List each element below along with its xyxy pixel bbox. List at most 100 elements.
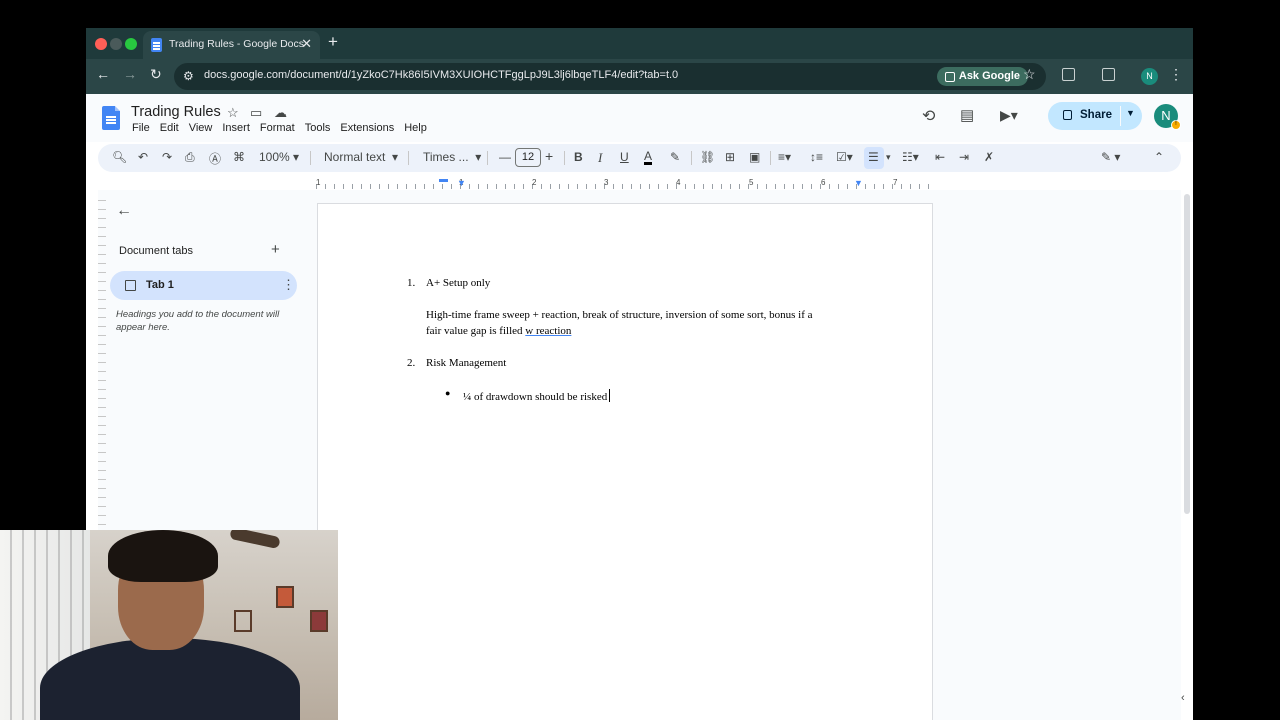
italic-icon[interactable]: I xyxy=(598,150,602,166)
cloud-status-icon[interactable]: ☁ xyxy=(274,105,287,121)
zoom-select[interactable]: 100% ▾ xyxy=(259,150,299,164)
tab-options-icon[interactable]: ⋮ xyxy=(282,277,295,293)
minimize-window-button[interactable] xyxy=(110,38,122,50)
vertical-scrollbar[interactable] xyxy=(1184,194,1190,514)
menu-view[interactable]: View xyxy=(189,122,213,134)
editing-mode-icon[interactable]: ✎ ▾ xyxy=(1101,150,1120,164)
menu-extensions[interactable]: Extensions xyxy=(340,122,394,134)
style-select[interactable]: Normal text ▾ xyxy=(324,150,398,164)
share-label: Share xyxy=(1080,109,1112,121)
menu-file[interactable]: File xyxy=(132,122,150,134)
paint-format-icon[interactable]: ⌘ xyxy=(233,150,245,164)
ask-google-button[interactable]: Ask Google xyxy=(936,67,1028,86)
star-icon[interactable]: ☆ xyxy=(227,105,239,121)
menu-tools[interactable]: Tools xyxy=(305,122,331,134)
text-cursor xyxy=(609,389,611,402)
browser-menu-icon[interactable]: ⋮ xyxy=(1169,66,1183,83)
ruler-label: 6 xyxy=(821,178,826,187)
horizontal-ruler[interactable]: 1 1 2 3 4 5 6 7 ▼ ▼ xyxy=(316,178,933,190)
decrease-font-size-icon[interactable]: — xyxy=(499,150,511,164)
font-value: Times ... xyxy=(423,150,469,164)
move-folder-icon[interactable]: ▭ xyxy=(250,105,262,121)
new-tab-icon[interactable]: + xyxy=(328,32,338,52)
tab-strip: Trading Rules - Google Docs ✕ + xyxy=(86,28,1193,59)
left-indent-marker[interactable]: ▼ xyxy=(457,178,466,188)
undo-icon[interactable]: ↶ xyxy=(138,150,148,164)
profile-avatar[interactable]: N xyxy=(1141,68,1158,85)
back-icon[interactable]: ← xyxy=(96,66,110,82)
comments-icon[interactable]: ▤ xyxy=(960,106,974,124)
increase-indent-icon[interactable]: ⇥ xyxy=(959,150,969,164)
forward-icon[interactable]: → xyxy=(123,66,137,82)
side-panel-toggle-icon[interactable]: ‹ xyxy=(1181,692,1185,704)
decrease-indent-icon[interactable]: ⇤ xyxy=(935,150,945,164)
add-tab-icon[interactable]: + xyxy=(271,241,280,258)
insert-link-icon[interactable]: ⛓ xyxy=(700,150,715,164)
highlight-icon[interactable]: ✎ xyxy=(670,150,680,164)
menu-insert[interactable]: Insert xyxy=(222,122,250,134)
extensions-icon[interactable] xyxy=(1062,68,1075,81)
bookmark-star-icon[interactable]: ☆ xyxy=(1023,66,1036,83)
insert-image-icon[interactable]: ▣ xyxy=(749,150,760,164)
bulleted-list-icon[interactable]: ☰ xyxy=(868,150,879,164)
hide-menus-icon[interactable]: ⌃ xyxy=(1154,150,1164,164)
font-select[interactable]: Times ... ▾ xyxy=(423,150,481,164)
search-menus-icon[interactable]: 🔍︎ xyxy=(112,150,127,164)
clear-formatting-icon[interactable]: ✗ xyxy=(984,150,994,164)
font-size-input[interactable]: 12 xyxy=(515,148,541,167)
toolbar-divider xyxy=(408,151,409,165)
ruler-label: 3 xyxy=(604,178,609,187)
docs-logo-icon[interactable] xyxy=(102,106,120,130)
list-item-1[interactable]: A+ Setup only xyxy=(426,277,490,289)
bullet-item[interactable]: ¼ of drawdown should be risked xyxy=(463,389,611,403)
text-color-icon[interactable]: A xyxy=(644,150,653,165)
add-comment-icon[interactable]: ⊞ xyxy=(725,150,735,164)
zoom-value: 100% xyxy=(259,150,290,164)
meet-video-icon[interactable]: ▶▾ xyxy=(1000,107,1018,124)
close-outline-icon[interactable]: ← xyxy=(116,202,132,220)
line-spacing-icon[interactable]: ↕≡ xyxy=(810,150,823,164)
menu-format[interactable]: Format xyxy=(260,122,295,134)
first-line-indent-marker[interactable] xyxy=(439,179,448,182)
redo-icon[interactable]: ↷ xyxy=(162,150,172,164)
underline-icon[interactable]: U xyxy=(620,150,629,164)
share-dropdown-icon[interactable]: ▼ xyxy=(1126,108,1135,118)
bold-icon[interactable]: B xyxy=(574,150,583,164)
close-tab-icon[interactable]: ✕ xyxy=(301,36,312,52)
paragraph-line-1[interactable]: High-time frame sweep + reaction, break … xyxy=(426,309,813,321)
numbered-list-icon[interactable]: ☷▾ xyxy=(902,150,919,164)
version-history-icon[interactable]: ⟲ xyxy=(922,106,935,126)
menu-edit[interactable]: Edit xyxy=(160,122,179,134)
maximize-window-button[interactable] xyxy=(125,38,137,50)
list-item-2[interactable]: Risk Management xyxy=(426,357,506,369)
document-tab-1[interactable]: Tab 1 ⋮ xyxy=(110,271,297,300)
vertical-ruler[interactable] xyxy=(98,200,106,530)
person-hair xyxy=(108,530,218,582)
reload-icon[interactable]: ↻ xyxy=(150,66,162,83)
list-number: 1. xyxy=(407,277,416,289)
close-window-button[interactable] xyxy=(95,38,107,50)
tab-search-icon[interactable] xyxy=(1102,68,1115,81)
spelling-flagged-text[interactable]: w reaction xyxy=(525,325,571,337)
address-bar[interactable]: ⚙ docs.google.com/document/d/1yZkoC7Hk86… xyxy=(174,63,1046,90)
spellcheck-icon[interactable]: Ⓐ xyxy=(209,150,221,167)
document-tab-label: Tab 1 xyxy=(146,279,174,291)
ceiling-fan xyxy=(229,530,281,550)
increase-font-size-icon[interactable]: + xyxy=(545,148,553,164)
menu-help[interactable]: Help xyxy=(404,122,427,134)
browser-tab[interactable]: Trading Rules - Google Docs ✕ xyxy=(143,31,320,59)
list-number: 2. xyxy=(407,357,416,369)
align-icon[interactable]: ≡▾ xyxy=(778,150,791,164)
bulleted-list-dropdown-icon[interactable]: ▾ xyxy=(886,152,891,163)
checklist-icon[interactable]: ☑▾ xyxy=(836,150,853,164)
document-title[interactable]: Trading Rules xyxy=(131,104,221,120)
menu-bar: File Edit View Insert Format Tools Exten… xyxy=(132,122,437,134)
paragraph-line-2[interactable]: fair value gap is filled w reaction xyxy=(426,325,571,337)
user-avatar[interactable]: N! xyxy=(1154,104,1181,130)
right-indent-marker[interactable]: ▼ xyxy=(854,178,863,188)
outline-hint: Headings you add to the document will ap… xyxy=(116,309,280,333)
share-button[interactable]: Share ▼ xyxy=(1048,102,1142,130)
site-info-icon[interactable]: ⚙ xyxy=(183,69,194,83)
document-page[interactable]: 1. A+ Setup only High-time frame sweep +… xyxy=(317,203,933,720)
print-icon[interactable]: ⎙ xyxy=(185,150,195,165)
